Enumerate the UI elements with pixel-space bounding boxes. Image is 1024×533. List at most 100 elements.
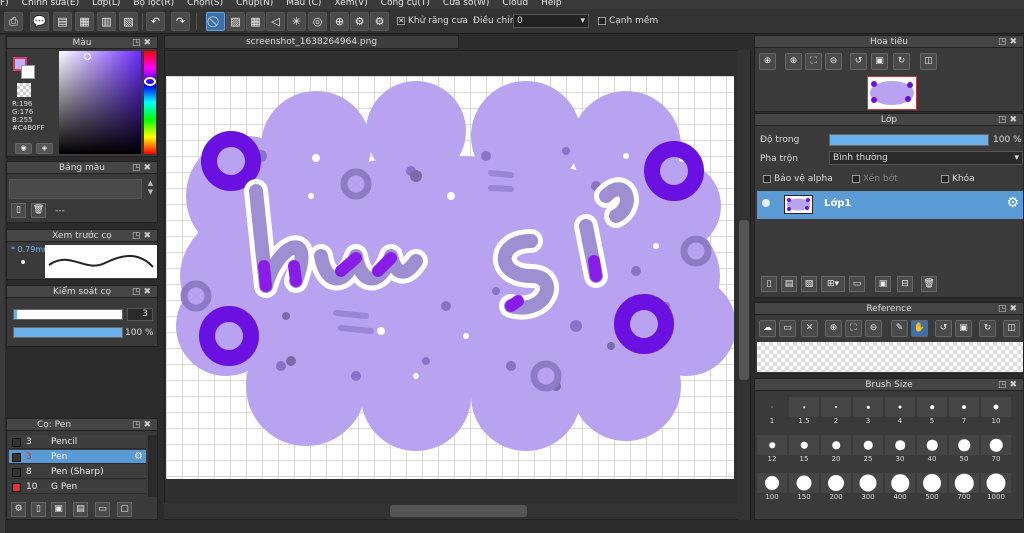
reference-rotate-right-icon[interactable]: ↻ [979,320,996,337]
menu-item[interactable]: Màu (C) [286,0,321,8]
canvas-vertical-scrollbar[interactable] [738,50,750,520]
layer-folder-icon[interactable]: ▭ [849,276,865,292]
list-icon[interactable]: ▥ [97,12,116,31]
clipping-toggle[interactable]: Xén bớt [852,174,898,184]
reference-actual-size-icon[interactable]: ▣ [955,320,972,337]
menu-item[interactable]: Chụp(N) [236,0,273,8]
brush-size-preset[interactable]: 300 [853,473,883,501]
smooth-edge-toggle[interactable]: Cạnh mềm [598,16,658,26]
new-palette-icon[interactable]: ▯ [11,203,26,218]
hatch-icon[interactable]: ▨ [226,12,245,31]
palette-scroll[interactable]: ▲ ▼ [145,179,156,199]
duplicate-layer-icon[interactable]: ▣ [875,276,891,292]
panel-close-icon[interactable]: ◳✖ [998,303,1020,315]
brush-size-preset[interactable]: 1 [757,397,787,425]
perspective-icon[interactable]: ◁ [266,12,285,31]
artboard[interactable] [166,76,734,479]
reference-open-icon[interactable]: ▭ [779,320,796,337]
brush-size-preset[interactable]: 3 [853,397,883,425]
canvas-horizontal-scrollbar[interactable] [164,503,738,519]
actual-size-icon[interactable]: ▣ [871,53,888,70]
background-color-swatch[interactable] [21,65,35,79]
brush-size-preset[interactable]: 20 [821,435,851,463]
speech-bubble-icon[interactable]: 💬 [30,12,49,31]
vertical-scroll-thumb[interactable] [739,220,749,380]
snap-settings-icon[interactable]: ⚙ [370,12,389,31]
reference-close-icon[interactable]: ✕ [801,320,818,337]
brush-size-preset[interactable]: 100 [757,473,787,501]
brush-size-preset[interactable]: 5 [917,397,947,425]
reference-hand-icon[interactable]: ✋ [911,320,928,337]
stabilizer-select[interactable]: 0 ▾ [513,14,589,28]
panel-close-icon[interactable]: ◳✖ [132,286,154,298]
reference-zoom-out-icon[interactable]: ⊖ [865,320,882,337]
brush-size-preset[interactable]: 1.5 [789,397,819,425]
brush-copy-icon[interactable]: ▣ [51,502,66,517]
undo-icon[interactable]: ↶ [146,12,165,31]
color-dropper-icon[interactable]: ◈ [36,143,53,154]
grid-icon[interactable]: ▦ [246,12,265,31]
brush-size-preset[interactable]: 200 [821,473,851,501]
brush-size-preset[interactable]: 10 [981,397,1011,425]
menu-item[interactable]: Bộ lọc(R) [133,0,174,8]
brush-list-item[interactable]: 3 Pencil [9,435,146,449]
zoom-plus-icon[interactable]: ⊕ [785,53,802,70]
menu-item[interactable]: Chọn(S) [187,0,223,8]
brush-size-value[interactable]: 3 [127,308,153,321]
panel-close-icon[interactable]: ◳✖ [132,230,154,242]
brush-new-icon[interactable]: ▯ [31,502,46,517]
fit-screen-icon[interactable]: ⛶ [805,53,822,70]
brush-duplicate-icon[interactable]: ▢ [117,502,132,517]
menu-item[interactable]: Cloud [502,0,528,8]
menu-item[interactable]: Xem(V) [334,0,367,8]
reference-eyedropper-icon[interactable]: ✎ [891,320,908,337]
layer-add-menu-icon[interactable]: ⊞▾ [821,276,845,292]
brush-folder-icon[interactable]: ▭ [95,502,110,517]
visibility-icon[interactable] [762,199,770,207]
palette-swatches[interactable] [9,179,142,199]
reference-fit-icon[interactable]: ⛶ [845,320,862,337]
panel-close-icon[interactable]: ◳✖ [998,36,1020,48]
brush-size-preset[interactable]: 40 [917,435,947,463]
delete-palette-icon[interactable]: 🗑 [31,203,46,218]
brush-list-item[interactable]: 10 G Pen [9,480,146,494]
brush-size-preset[interactable]: 50 [949,435,979,463]
menu-item[interactable]: F) [0,0,9,8]
rotate-left-icon[interactable]: ↺ [850,53,867,70]
new-file-icon[interactable]: ⎙ [4,12,23,31]
brush-size-preset[interactable]: 30 [885,435,915,463]
sv-cursor[interactable] [84,53,91,60]
brush-add-icon[interactable]: ⚙ [11,502,26,517]
menu-item[interactable]: Cửa sổ(W) [443,0,489,8]
brush-size-preset[interactable]: 12 [757,435,787,463]
delete-layer-icon[interactable]: 🗑 [921,276,937,292]
reference-image-area[interactable] [757,342,1023,372]
brush-size-preset[interactable]: 500 [917,473,947,501]
clipping-checkbox[interactable] [852,174,860,183]
zoom-out-icon[interactable]: ⊖ [825,53,842,70]
color-eye-icon[interactable]: ◉ [15,143,32,154]
radial-icon[interactable]: ✳ [287,12,306,31]
brush-size-preset[interactable]: 150 [789,473,819,501]
brush-size-preset[interactable]: 700 [949,473,979,501]
brush-settings-gear-icon[interactable]: ⚙ [134,450,143,464]
panel-close-icon[interactable]: ◳✖ [132,419,154,431]
brush-size-preset[interactable]: 4 [885,397,915,425]
lock-toggle[interactable]: Khóa [941,174,975,184]
protect-alpha-checkbox[interactable] [763,174,771,183]
layer-row[interactable]: Lớp1 ⚙ [757,191,1023,219]
antialias-checkbox[interactable]: ✕ [397,16,405,25]
flip-icon[interactable]: ◫ [920,53,937,70]
brush-size-preset[interactable]: 1000 [981,473,1011,501]
menu-item[interactable]: Công cụ(T) [381,0,430,8]
brush-opacity-slider[interactable] [13,327,123,338]
brush-list-item[interactable]: 8 Pen (Sharp) [9,465,146,479]
hue-slider[interactable] [144,51,156,154]
menu-item[interactable]: Help [541,0,562,8]
redo-icon[interactable]: ↷ [171,12,190,31]
panel-close-icon[interactable]: ◳✖ [132,162,154,174]
rotate-right-icon[interactable]: ↻ [893,53,910,70]
brush-size-preset[interactable]: 7 [949,397,979,425]
save-icon[interactable]: ▤ [53,12,72,31]
panel-close-icon[interactable]: ◳✖ [998,114,1020,126]
